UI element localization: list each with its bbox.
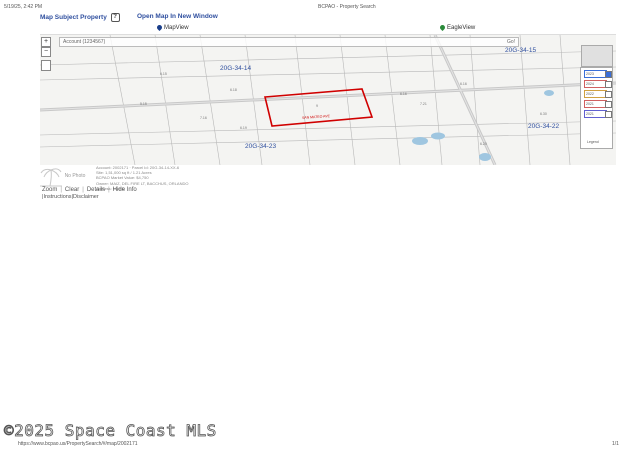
svg-text:7.21: 7.21 [420, 102, 427, 106]
section-label-bottom-right: 20G-34-22 [528, 123, 560, 130]
account-search-placeholder: Account (1234567) [63, 39, 106, 45]
checkbox-icon[interactable] [605, 111, 612, 118]
instructions-link[interactable]: Instructions [43, 194, 71, 200]
print-page-number: 1/1 [612, 441, 619, 447]
tab-eagleview-label: EagleView [447, 25, 476, 32]
clear-link[interactable]: Clear [65, 187, 79, 193]
map-tabs: MapView EagleView [40, 23, 615, 34]
map-tool-button[interactable] [41, 60, 51, 71]
map-subject-label: Map Subject Property [40, 14, 107, 22]
open-map-new-window-link[interactable]: Open Map In New Window [137, 13, 218, 20]
help-icon[interactable]: ? [110, 13, 120, 22]
tab-mapview[interactable]: MapView [155, 23, 189, 32]
print-page-title: BCPAO - Property Search [318, 4, 376, 10]
disclaimer-link[interactable]: Disclaimer [73, 194, 99, 200]
legend-item[interactable]: 2021 [584, 100, 612, 108]
svg-text:6.18: 6.18 [230, 88, 237, 92]
road [40, 35, 616, 165]
map-actions: Zoom | Clear | Details | Hide Info [42, 187, 137, 193]
svg-text:7.16: 7.16 [200, 116, 207, 120]
checkbox-icon[interactable] [605, 101, 612, 108]
svg-text:6.20: 6.20 [480, 142, 487, 146]
legend-item[interactable]: 2024 [584, 80, 612, 88]
svg-text:6.16: 6.16 [400, 92, 407, 96]
svg-text:5.15: 5.15 [140, 102, 147, 106]
map-subject-link[interactable]: Map Subject Property ? [40, 13, 120, 22]
legend-item[interactable]: 2023 [584, 70, 612, 78]
zoom-link[interactable]: Zoom [42, 187, 57, 193]
details-link[interactable]: Details [87, 187, 105, 193]
map-pin-icon [438, 23, 447, 32]
legend-item[interactable]: 2021 [584, 110, 612, 118]
tab-mapview-label: MapView [164, 25, 189, 32]
legend-title: Legend [587, 140, 599, 144]
svg-text:9: 9 [316, 104, 318, 108]
legend-item[interactable]: 2022 [584, 90, 612, 98]
print-datetime: 5/19/25, 2:42 PM [4, 4, 43, 10]
map-help-links: |Instructions|Disclaimer [42, 194, 99, 200]
mls-watermark: ©2025 Space Coast MLS [4, 421, 217, 441]
checkbox-icon[interactable] [605, 91, 612, 98]
print-url: https://www.bcpao.us/PropertySearch/#/ma… [18, 441, 138, 447]
no-photo-label: No Photo [64, 173, 86, 179]
svg-text:6.30: 6.30 [540, 112, 547, 116]
svg-text:6.15: 6.15 [160, 72, 167, 76]
checkbox-icon[interactable] [605, 71, 612, 78]
map-legend: 2023 2024 2022 2021 2021 Legend [580, 67, 613, 149]
zoom-out-button[interactable]: − [41, 47, 51, 57]
section-label-bottom-left: 20G-34-23 [245, 143, 277, 150]
section-label-top-left: 20G-34-14 [220, 65, 252, 72]
section-label-top-right: 20G-34-15 [505, 47, 537, 54]
map-canvas[interactable]: 6.15 6.18 6.16 6.16 7.16 6.19 7.21 6.20 5.15… [40, 35, 616, 165]
checkbox-icon[interactable] [605, 81, 612, 88]
map-pin-icon [155, 23, 164, 32]
tab-eagleview[interactable]: EagleView [438, 23, 476, 32]
svg-text:6.19: 6.19 [240, 126, 247, 130]
search-go-button[interactable]: Go! [507, 38, 515, 46]
account-search-input[interactable]: Account (1234567) Go! [59, 37, 519, 47]
hide-info-link[interactable]: Hide Info [113, 187, 137, 193]
svg-text:6.16: 6.16 [460, 82, 467, 86]
basemap-thumbnail[interactable] [581, 45, 613, 67]
zoom-in-button[interactable]: + [41, 37, 51, 47]
parcel-map[interactable]: 6.15 6.18 6.16 6.16 7.16 6.19 7.21 6.20 5.15… [40, 34, 616, 165]
